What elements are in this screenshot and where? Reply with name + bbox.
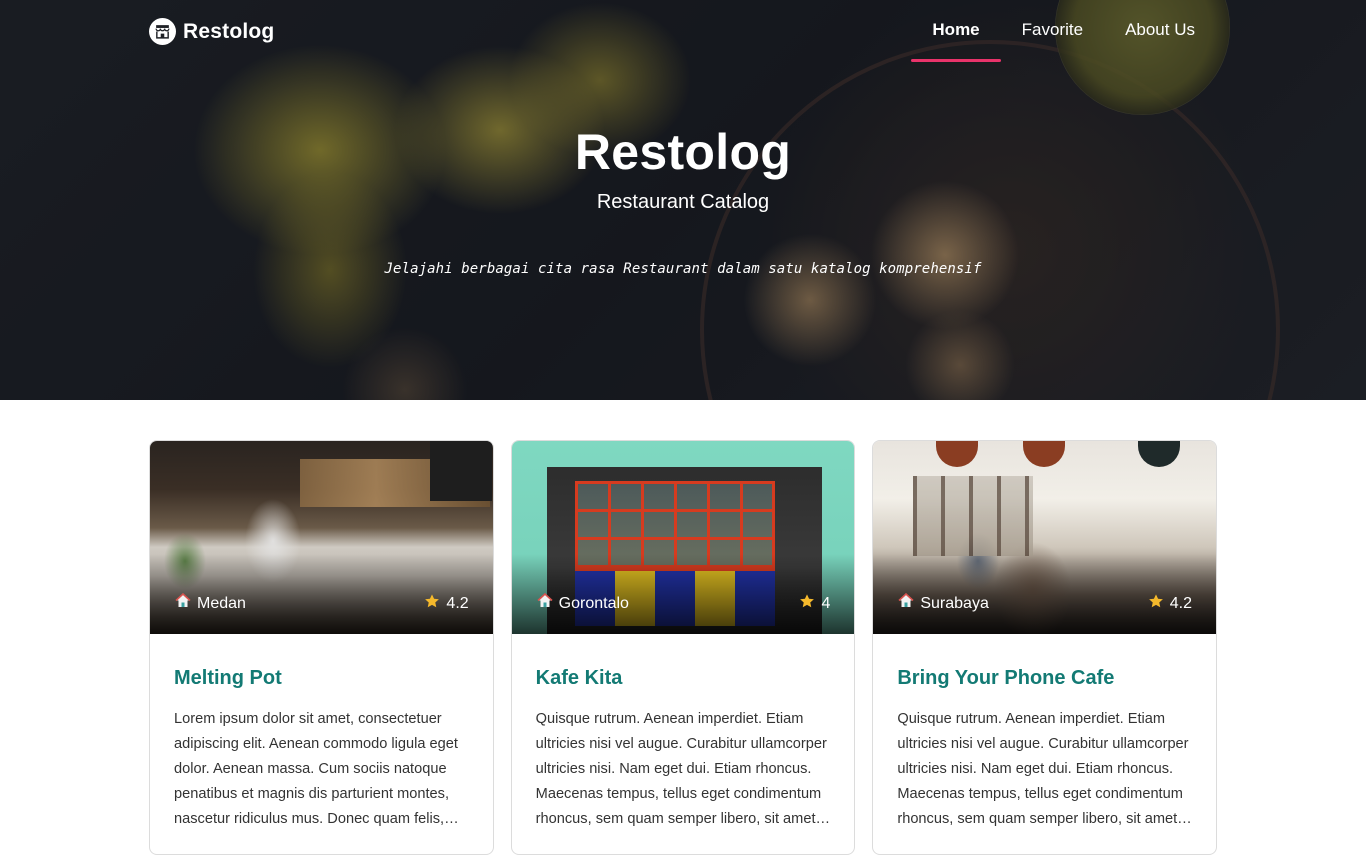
card-body: Melting Pot Lorem ipsum dolor sit amet, …: [150, 634, 493, 832]
hero: Restolog Home Favorite About Us Restolog…: [0, 0, 1366, 400]
restaurant-image: Medan 4.2: [150, 441, 493, 634]
restaurant-image: Gorontalo 4: [511, 441, 855, 634]
card-body: Bring Your Phone Cafe Quisque rutrum. Ae…: [873, 634, 1216, 832]
restaurant-location: Surabaya: [898, 592, 989, 614]
star-icon: [424, 593, 440, 614]
restaurant-city: Medan: [197, 594, 246, 612]
restaurant-image: Surabaya 4.2: [873, 441, 1217, 634]
rating-value: 4: [821, 594, 831, 612]
restaurant-rating: 4.2: [1148, 593, 1192, 614]
restaurant-card[interactable]: Surabaya 4.2 Bring Your Phone Cafe Quisq…: [872, 440, 1218, 855]
brand-link[interactable]: Restolog: [149, 18, 274, 45]
restaurant-city: Surabaya: [920, 594, 989, 612]
house-icon: [898, 592, 914, 614]
restaurant-description: Lorem ipsum dolor sit amet, consectetuer…: [174, 711, 458, 827]
house-icon: [175, 592, 191, 614]
restaurant-city: Gorontalo: [558, 594, 629, 612]
restaurant-card[interactable]: Medan 4.2 Melting Pot Lorem ipsum dolor …: [149, 440, 494, 855]
nav-item-home[interactable]: Home: [911, 0, 1001, 62]
restaurant-location: Medan: [175, 592, 246, 614]
restaurant-catalog: Medan 4.2 Melting Pot Lorem ipsum dolor …: [149, 440, 1218, 855]
star-icon: [799, 593, 815, 614]
restaurant-name[interactable]: Kafe Kita: [536, 665, 831, 691]
house-icon: [537, 592, 553, 614]
restaurant-description: Quisque rutrum. Aenean imperdiet. Etiam …: [897, 711, 1189, 827]
hero-subtitle: Restaurant Catalog: [596, 191, 770, 213]
restaurant-card[interactable]: Gorontalo 4 Kafe Kita Quisque rutrum. Ae…: [510, 440, 856, 855]
restaurant-name[interactable]: Melting Pot: [174, 665, 469, 691]
brand-name: Restolog: [183, 19, 275, 43]
nav-item-about-us[interactable]: About Us: [1104, 0, 1216, 62]
nav-item-favorite[interactable]: Favorite: [1001, 0, 1104, 62]
hero-content: Restolog Restaurant Catalog Jelajahi ber…: [0, 122, 1366, 277]
rating-value: 4.2: [446, 594, 469, 612]
store-icon: [149, 18, 176, 45]
nav-menu: Home Favorite About Us: [911, 0, 1216, 62]
hero-tagline: Jelajahi berbagai cita rasa Restaurant d…: [384, 261, 982, 277]
navbar: Restolog Home Favorite About Us: [0, 0, 1366, 64]
restaurant-location: Gorontalo: [537, 592, 629, 614]
hero-title: Restolog: [574, 124, 792, 180]
restaurant-name[interactable]: Bring Your Phone Cafe: [897, 665, 1192, 691]
star-icon: [1148, 593, 1164, 614]
card-body: Kafe Kita Quisque rutrum. Aenean imperdi…: [512, 634, 855, 832]
restaurant-rating: 4: [799, 593, 830, 614]
restaurant-description: Quisque rutrum. Aenean imperdiet. Etiam …: [535, 711, 827, 827]
restaurant-rating: 4.2: [424, 593, 469, 614]
rating-value: 4.2: [1169, 594, 1193, 612]
